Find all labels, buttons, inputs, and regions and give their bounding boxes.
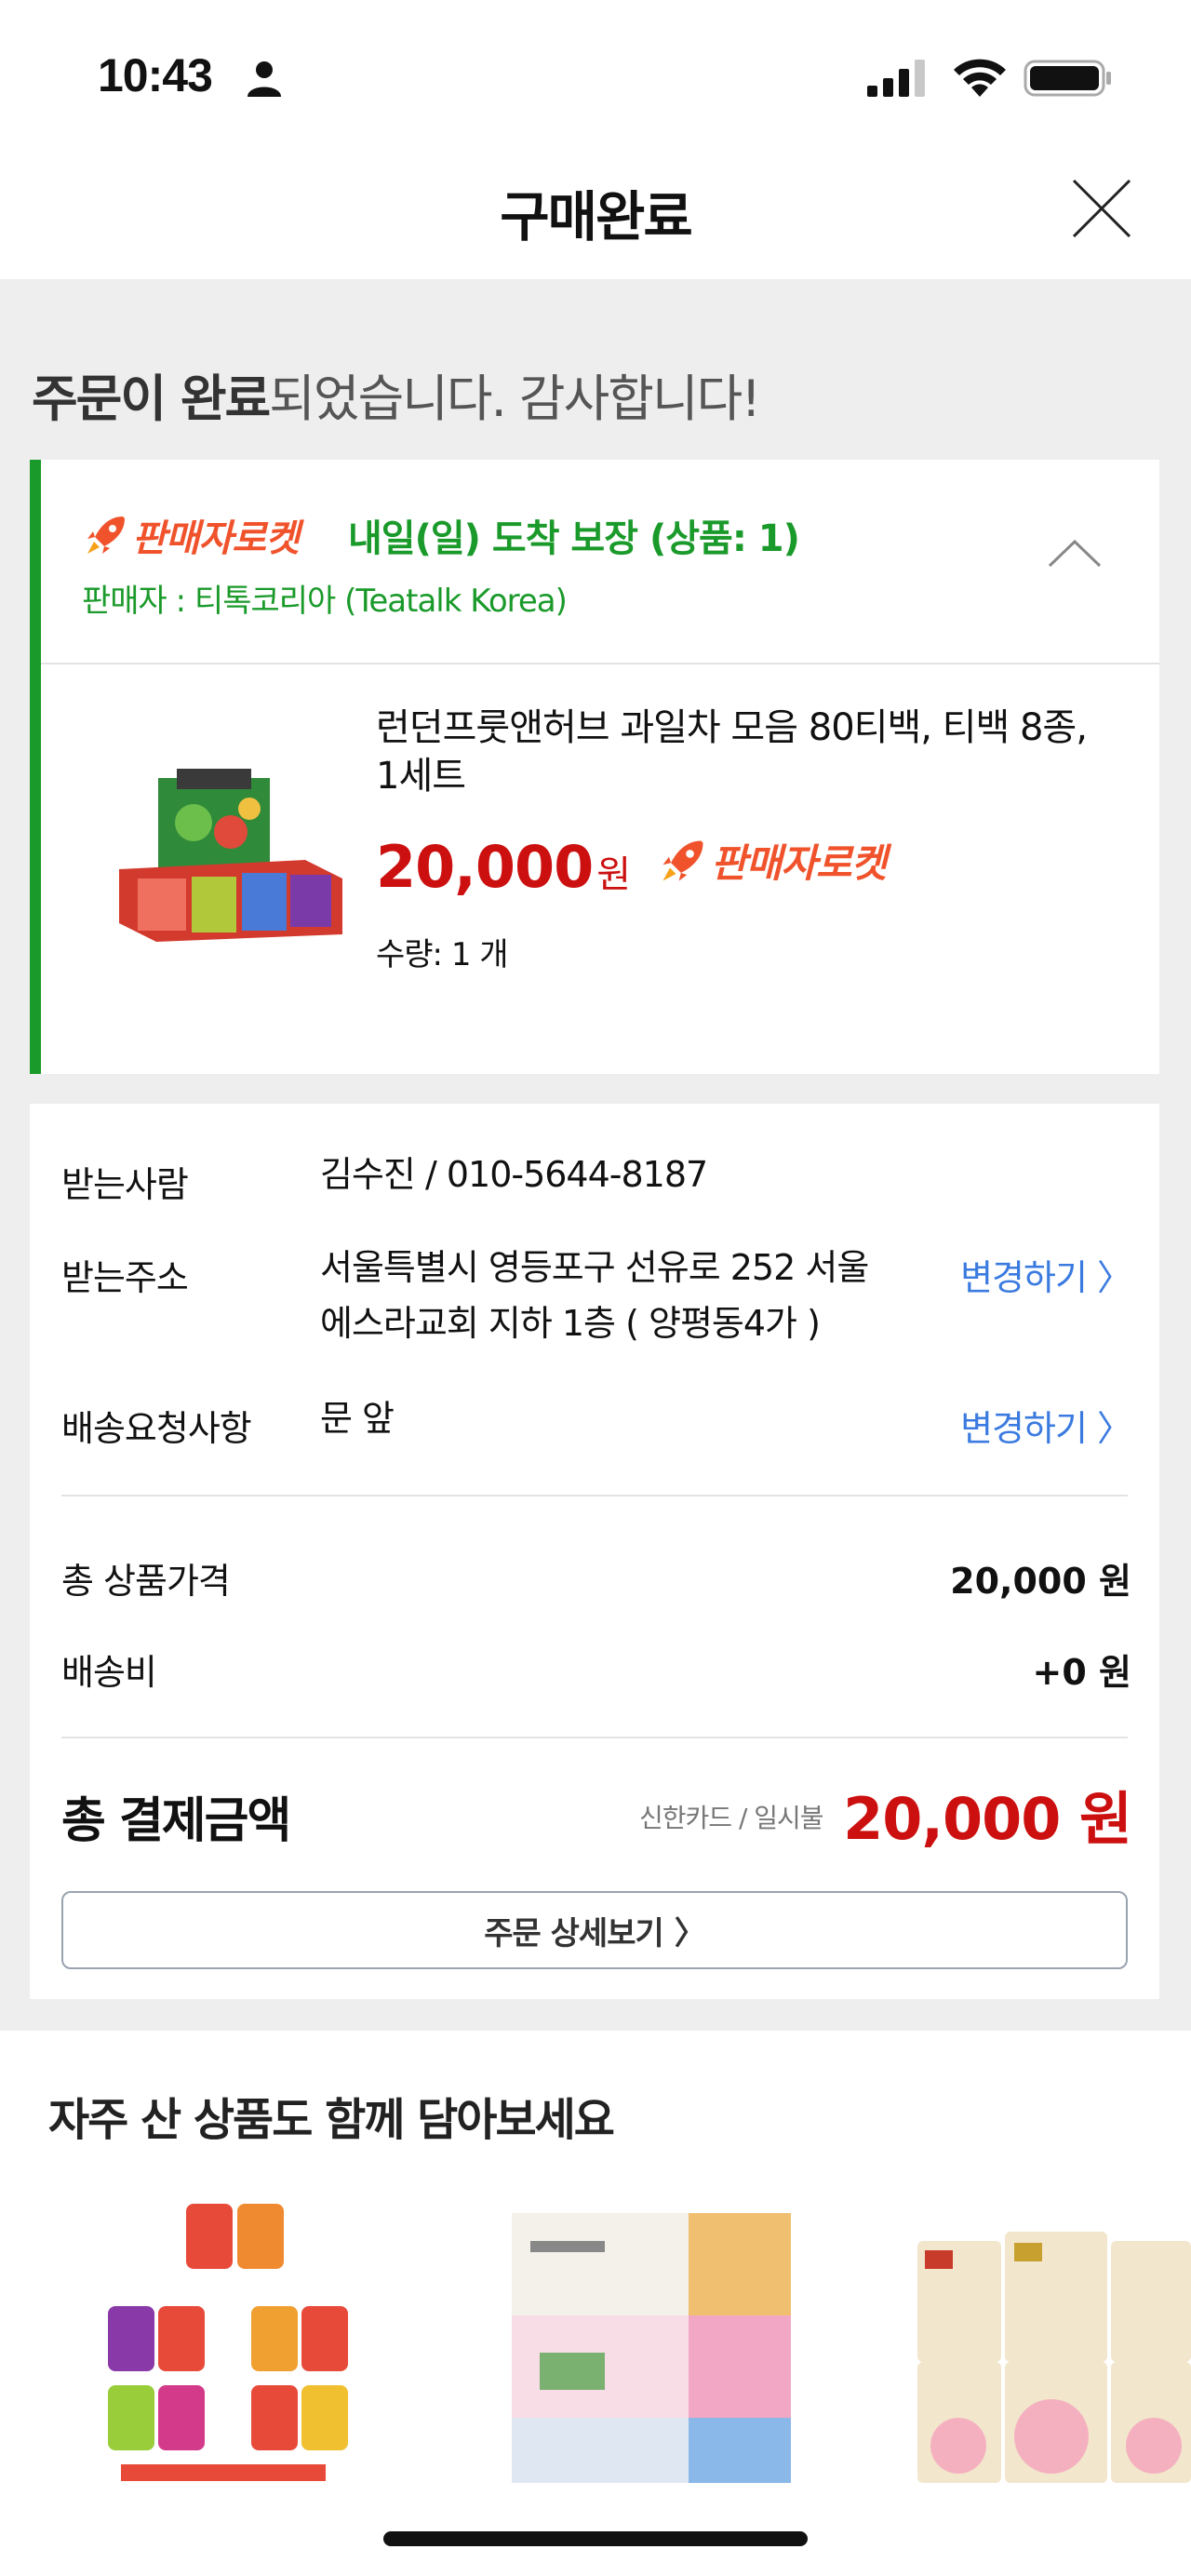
order-detail-label: 주문 상세보기 <box>484 1914 664 1952</box>
total-amount: 20,000 원 <box>843 1785 1132 1853</box>
order-card: 판매자로켓 내일(일) 도착 보장 (상품: 1) 판매자 : 티톡코리아 (T… <box>30 460 1159 1074</box>
arrival-guarantee: 내일(일) 도착 보장 (상품: 1) <box>348 517 800 560</box>
delivery-payment-info: 받는사람 김수진 / 010-5644-8187 받는주소 서울특별시 영등포구… <box>30 1104 1159 1999</box>
product-price: 20,000 <box>376 832 594 901</box>
divider <box>61 1737 1128 1738</box>
wifi-icon <box>954 59 1006 97</box>
subtotal-label: 총 상품가격 <box>61 1561 231 1602</box>
address-line-1: 서울특별시 영등포구 선유로 252 서울 <box>320 1247 869 1288</box>
delivery-request-label: 배송요청사항 <box>61 1408 252 1449</box>
seller-name: 판매자 : 티톡코리아 (Teatalk Korea) <box>82 583 568 620</box>
rocket-icon <box>662 839 703 881</box>
headline-rest: 되었습니다. 감사합니다! <box>269 369 761 428</box>
subtotal-value: 20,000 원 <box>950 1561 1131 1602</box>
recipient-value: 김수진 / 010-5644-8187 <box>320 1154 708 1195</box>
shipping-value: +0 원 <box>1032 1652 1131 1693</box>
chevron-right-icon: 〉 <box>674 1914 706 1952</box>
product-name[interactable]: 런던프룻앤허브 과일차 모음 80티백, 티백 8종, 1세트 <box>376 704 1120 800</box>
shipping-label: 배송비 <box>61 1652 157 1693</box>
price-unit: 원 <box>596 852 632 896</box>
recommend-title: 자주 산 상품도 함께 담아보세요 <box>48 2094 615 2146</box>
product-image[interactable] <box>119 758 361 944</box>
close-icon[interactable] <box>1068 175 1135 242</box>
delivery-header[interactable]: 판매자로켓 내일(일) 도착 보장 (상품: 1) 판매자 : 티톡코리아 (T… <box>41 460 1159 664</box>
header: 구매완료 <box>0 140 1191 279</box>
rocket-badge: 판매자로켓 <box>657 832 887 889</box>
delivery-request-value: 문 앞 <box>320 1398 395 1439</box>
quantity: 수량: 1 개 <box>376 936 509 973</box>
recommend-product-image[interactable] <box>912 2194 1191 2483</box>
home-indicator[interactable] <box>383 2531 808 2546</box>
change-address-link[interactable]: 변경하기 〉 <box>960 1249 1132 1300</box>
change-request-link[interactable]: 변경하기 〉 <box>960 1400 1132 1451</box>
chevron-up-icon[interactable] <box>1046 534 1104 571</box>
address-label: 받는주소 <box>61 1257 189 1298</box>
signal-icon <box>867 60 925 97</box>
price-row: 20,000 원 판매자로켓 <box>376 832 887 901</box>
rocket-badge: 판매자로켓 <box>82 508 300 562</box>
battery-icon <box>1024 60 1111 97</box>
status-bar: 10:43 <box>0 0 1191 140</box>
headline-bold: 주문이 완료 <box>32 369 271 428</box>
recommend-section: 자주 산 상품도 함께 담아보세요 <box>0 2031 1191 2576</box>
rocket-badge-label: 판매자로켓 <box>711 840 887 886</box>
rocket-icon <box>87 517 125 554</box>
page-title: 구매완료 <box>500 185 692 248</box>
payment-method: 신한카드 / 일시불 <box>639 1803 824 1833</box>
status-time: 10:43 <box>98 49 213 101</box>
order-detail-button[interactable]: 주문 상세보기 〉 <box>61 1891 1128 1969</box>
address-line-2: 에스라교회 지하 1층 ( 양평동4가 ) <box>320 1303 821 1344</box>
recommend-product-image[interactable] <box>502 2194 800 2483</box>
order-complete-message: 주문이 완료되었습니다. 감사합니다! <box>32 357 761 431</box>
recipient-label: 받는사람 <box>61 1164 189 1205</box>
divider <box>61 1495 1128 1496</box>
person-icon <box>248 61 281 97</box>
total-label: 총 결제금액 <box>61 1793 291 1849</box>
recommend-product-image[interactable] <box>102 2194 381 2483</box>
rocket-badge-label: 판매자로켓 <box>132 517 300 560</box>
